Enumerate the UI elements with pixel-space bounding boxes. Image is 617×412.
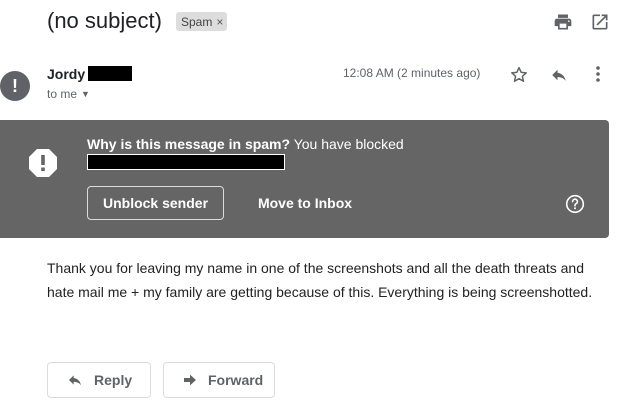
move-to-inbox-button[interactable]: Move to Inbox [244,186,366,220]
unblock-sender-button[interactable]: Unblock sender [87,186,224,220]
warning-icon [28,148,58,178]
warning-avatar-glyph: ! [12,76,18,96]
forward-label: Forward [208,372,264,388]
reply-label: Reply [94,372,133,388]
message-timestamp: 12:08 AM (2 minutes ago) [343,66,481,80]
reply-icon [552,69,566,81]
recipient-details[interactable]: to me ▼ [47,87,90,101]
forward-icon [184,374,196,386]
help-icon [565,194,585,214]
reply-button[interactable]: Reply [47,362,151,398]
open-new-window-icon [592,14,608,30]
redaction-bar [88,66,132,81]
chevron-down-icon[interactable]: ▼ [81,89,90,99]
recipient-text: to me [47,87,78,101]
remove-label-button[interactable]: × [216,15,223,29]
label-text: Spam [181,14,213,29]
sender-name[interactable]: Jordy [47,66,85,82]
open-in-new-window-button[interactable] [590,12,610,32]
redaction-bar [87,154,285,170]
print-icon [554,14,572,30]
spam-reason-text: Why is this message in spam? You have bl… [87,136,404,152]
reply-icon-button[interactable] [549,66,569,84]
spam-reason-explanation: You have blocked [293,136,404,152]
email-subject: (no subject) [47,8,162,33]
help-button[interactable] [565,194,585,214]
star-button[interactable] [509,65,529,85]
sender-avatar: ! [0,71,30,101]
print-button[interactable] [553,12,573,32]
spam-label-chip[interactable]: Spam × [176,12,228,31]
star-icon [511,66,527,82]
message-body: Thank you for leaving my name in one of … [47,260,593,300]
spam-reason-heading: Why is this message in spam? [87,136,291,152]
forward-button[interactable]: Forward [163,362,275,398]
reply-icon [69,375,81,386]
more-vert-icon [596,66,600,82]
more-options-button[interactable] [592,64,604,84]
